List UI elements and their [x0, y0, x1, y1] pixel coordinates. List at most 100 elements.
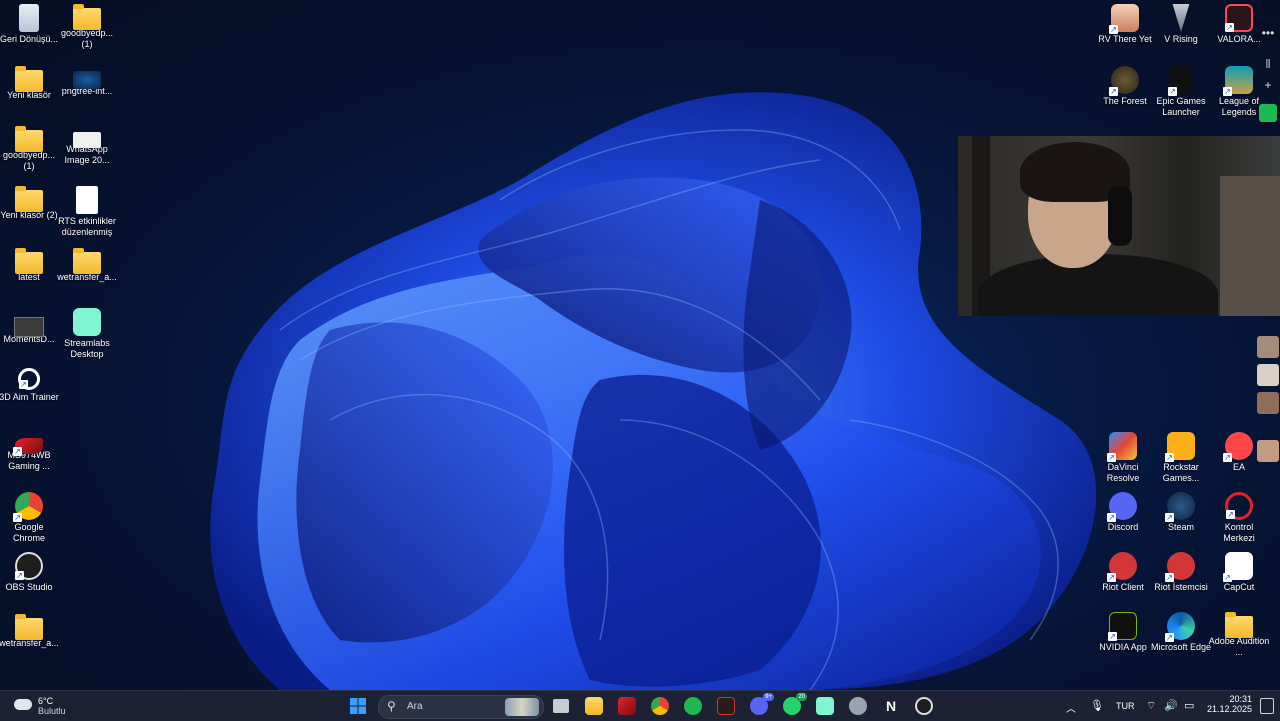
desktop-icon-ea[interactable]: EA: [1208, 432, 1270, 473]
desktop-icon-wetransfer-2[interactable]: wetransfer_a...: [56, 248, 118, 283]
desktop-icon-label: RTS etkinlikler düzenlenmiş: [58, 216, 116, 237]
game-launcher-icon[interactable]: [717, 697, 735, 715]
desktop-icon-v-rising[interactable]: V Rising: [1150, 4, 1212, 45]
search-placeholder: Ara: [407, 701, 423, 712]
desktop-icon-label: V Rising: [1164, 34, 1198, 44]
riot-client-icon: [1107, 552, 1137, 582]
cloud-icon: [14, 699, 32, 710]
desktop-icon-riot-client[interactable]: Riot Client: [1092, 552, 1154, 593]
desktop-icon-google-chrome[interactable]: Google Chrome: [0, 492, 60, 544]
desktop-icon-discord[interactable]: Discord: [1092, 492, 1154, 533]
windows-logo-icon: [350, 698, 366, 714]
edge-icon: [1165, 612, 1195, 642]
desktop-icon-pngtree[interactable]: pngtree-int...: [56, 66, 118, 97]
desktop-icon-streamlabs[interactable]: Streamlabs Desktop: [56, 308, 118, 360]
desktop-icon-label: DaVinci Resolve: [1106, 462, 1140, 483]
image-file-icon: [73, 132, 101, 148]
desktop-icon-davinci[interactable]: DaVinci Resolve: [1092, 432, 1154, 484]
contact-thumbnail[interactable]: [1257, 392, 1279, 414]
more-options-button[interactable]: •••: [1258, 24, 1278, 42]
streamlabs-icon: [73, 308, 101, 336]
weather-widget[interactable]: 6°C Bulutlu: [12, 695, 92, 717]
whatsapp-icon[interactable]: 20: [783, 693, 807, 715]
notification-center-icon[interactable]: [1260, 698, 1274, 714]
microphone-icon[interactable]: 🎙: [1090, 699, 1104, 712]
weather-temperature: 6°C: [38, 696, 54, 706]
discord-taskbar-icon[interactable]: 9+: [750, 693, 774, 715]
taskbar-search[interactable]: ⚲ Ara: [378, 695, 544, 719]
aim-trainer-icon: [18, 368, 40, 390]
contact-thumbnail[interactable]: [1257, 364, 1279, 386]
desktop-icon-nvidia[interactable]: NVIDIA App: [1092, 612, 1154, 653]
desktop-icon-momentsd[interactable]: MomentsD...: [0, 312, 60, 345]
desktop-icon-goodbyedp[interactable]: goodbyedp... (1): [0, 126, 60, 172]
desktop-icon-yeni-klasor-2[interactable]: Yeni klasör (2): [0, 186, 60, 221]
folder-icon: [73, 248, 101, 274]
desktop-icon-label: CapCut: [1223, 582, 1255, 592]
desktop-icon-the-forest[interactable]: The Forest: [1094, 66, 1156, 107]
desktop-icon-rv-there-yet[interactable]: RV There Yet: [1094, 4, 1156, 45]
desktop-icon-wetransfer-1[interactable]: wetransfer_a...: [0, 614, 60, 649]
the-forest-icon: [1109, 66, 1139, 96]
desktop-icon-audition[interactable]: Adobe Audition ...: [1208, 612, 1270, 658]
bookmark-icon[interactable]: [1259, 104, 1277, 122]
desktop-icon-latest[interactable]: latest: [0, 248, 60, 283]
desktop-icon-label: goodbyedp... (1): [2, 150, 56, 171]
desktop-icon-obs-studio[interactable]: OBS Studio: [0, 552, 60, 593]
obs-taskbar-icon[interactable]: [915, 697, 933, 715]
start-button[interactable]: [349, 697, 367, 715]
clock[interactable]: 20:31 21.12.2025: [1200, 694, 1252, 714]
desktop-icon-label: The Forest: [1103, 96, 1147, 106]
desktop-icon-rts-etkinlikler[interactable]: RTS etkinlikler düzenlenmiş: [56, 186, 118, 238]
wallpaper-bloom: [210, 92, 1097, 690]
image-file-icon: [73, 71, 101, 89]
desktop-icon-epic-games[interactable]: Epic Games Launcher: [1150, 66, 1212, 118]
battery-icon[interactable]: ▭: [1184, 699, 1194, 712]
epic-games-icon: [1168, 66, 1192, 96]
folder-icon: [15, 614, 43, 640]
desktop-icon-goodbyedp-2[interactable]: goodbyedp... (1): [56, 4, 118, 50]
folder-icon: [15, 126, 43, 152]
desktop-icon-ms974wb[interactable]: MS974WB Gaming ...: [0, 432, 60, 472]
language-indicator[interactable]: TUR: [1116, 701, 1135, 711]
nvidia-icon: [1108, 612, 1137, 641]
chrome-taskbar-icon[interactable]: [651, 697, 669, 715]
folder-icon: [15, 66, 43, 92]
chrome-doc-icon: [76, 186, 98, 214]
desktop-icon-whatsapp-image[interactable]: WhatsApp Image 20...: [56, 126, 118, 166]
task-view-icon[interactable]: [553, 699, 569, 713]
desktop-icon-label: 3D Aim Trainer: [0, 392, 59, 402]
desktop-icon-capcut[interactable]: CapCut: [1208, 552, 1270, 593]
wifi-icon[interactable]: ⌔: [1146, 699, 1156, 713]
panel-layout-icon[interactable]: ⫼: [1258, 56, 1278, 74]
chevron-up-icon[interactable]: ︿: [1066, 700, 1076, 715]
streamlabs-taskbar-icon[interactable]: [816, 697, 834, 715]
msi-center-icon[interactable]: [618, 697, 636, 715]
volume-icon[interactable]: 🔊: [1164, 699, 1178, 712]
spotify-icon[interactable]: [684, 697, 702, 715]
ea-icon: [1223, 432, 1253, 462]
desktop-icon-label: Riot Client: [1102, 582, 1144, 592]
davinci-icon: [1107, 432, 1137, 462]
desktop-icon-yeni-klasor[interactable]: Yeni klasör: [0, 66, 60, 101]
desktop-icon-rockstar[interactable]: Rockstar Games...: [1150, 432, 1212, 484]
desktop-icon-3d-aim-trainer[interactable]: 3D Aim Trainer: [0, 368, 60, 403]
desktop-icon-label: RV There Yet: [1098, 34, 1152, 44]
desktop-icon-label: Steam: [1167, 522, 1194, 532]
desktop-icon-edge[interactable]: Microsoft Edge: [1150, 612, 1212, 653]
settings-gear-icon[interactable]: [849, 697, 867, 715]
desktop-icon-kontrol-merkezi[interactable]: Kontrol Merkezi: [1208, 492, 1270, 544]
contact-thumbnail[interactable]: [1257, 336, 1279, 358]
file-explorer-icon[interactable]: [585, 697, 603, 715]
desktop-icon-label: Geri Dönüşü...: [0, 34, 59, 44]
desktop-icon-recycle-bin[interactable]: Geri Dönüşü...: [0, 4, 60, 45]
desktop-icon-label: Discord: [1107, 522, 1139, 532]
riot-istemcisi-icon: [1165, 552, 1195, 582]
add-icon[interactable]: +: [1258, 76, 1278, 94]
desktop-icon-label: OBS Studio: [5, 582, 53, 592]
recycle-bin-icon: [19, 4, 39, 32]
desktop-icon-riot-istemcisi[interactable]: Riot İstemcisi: [1150, 552, 1212, 593]
obs-icon: [15, 552, 43, 580]
notion-like-icon[interactable]: N: [882, 697, 900, 715]
desktop-icon-steam[interactable]: Steam: [1150, 492, 1212, 533]
